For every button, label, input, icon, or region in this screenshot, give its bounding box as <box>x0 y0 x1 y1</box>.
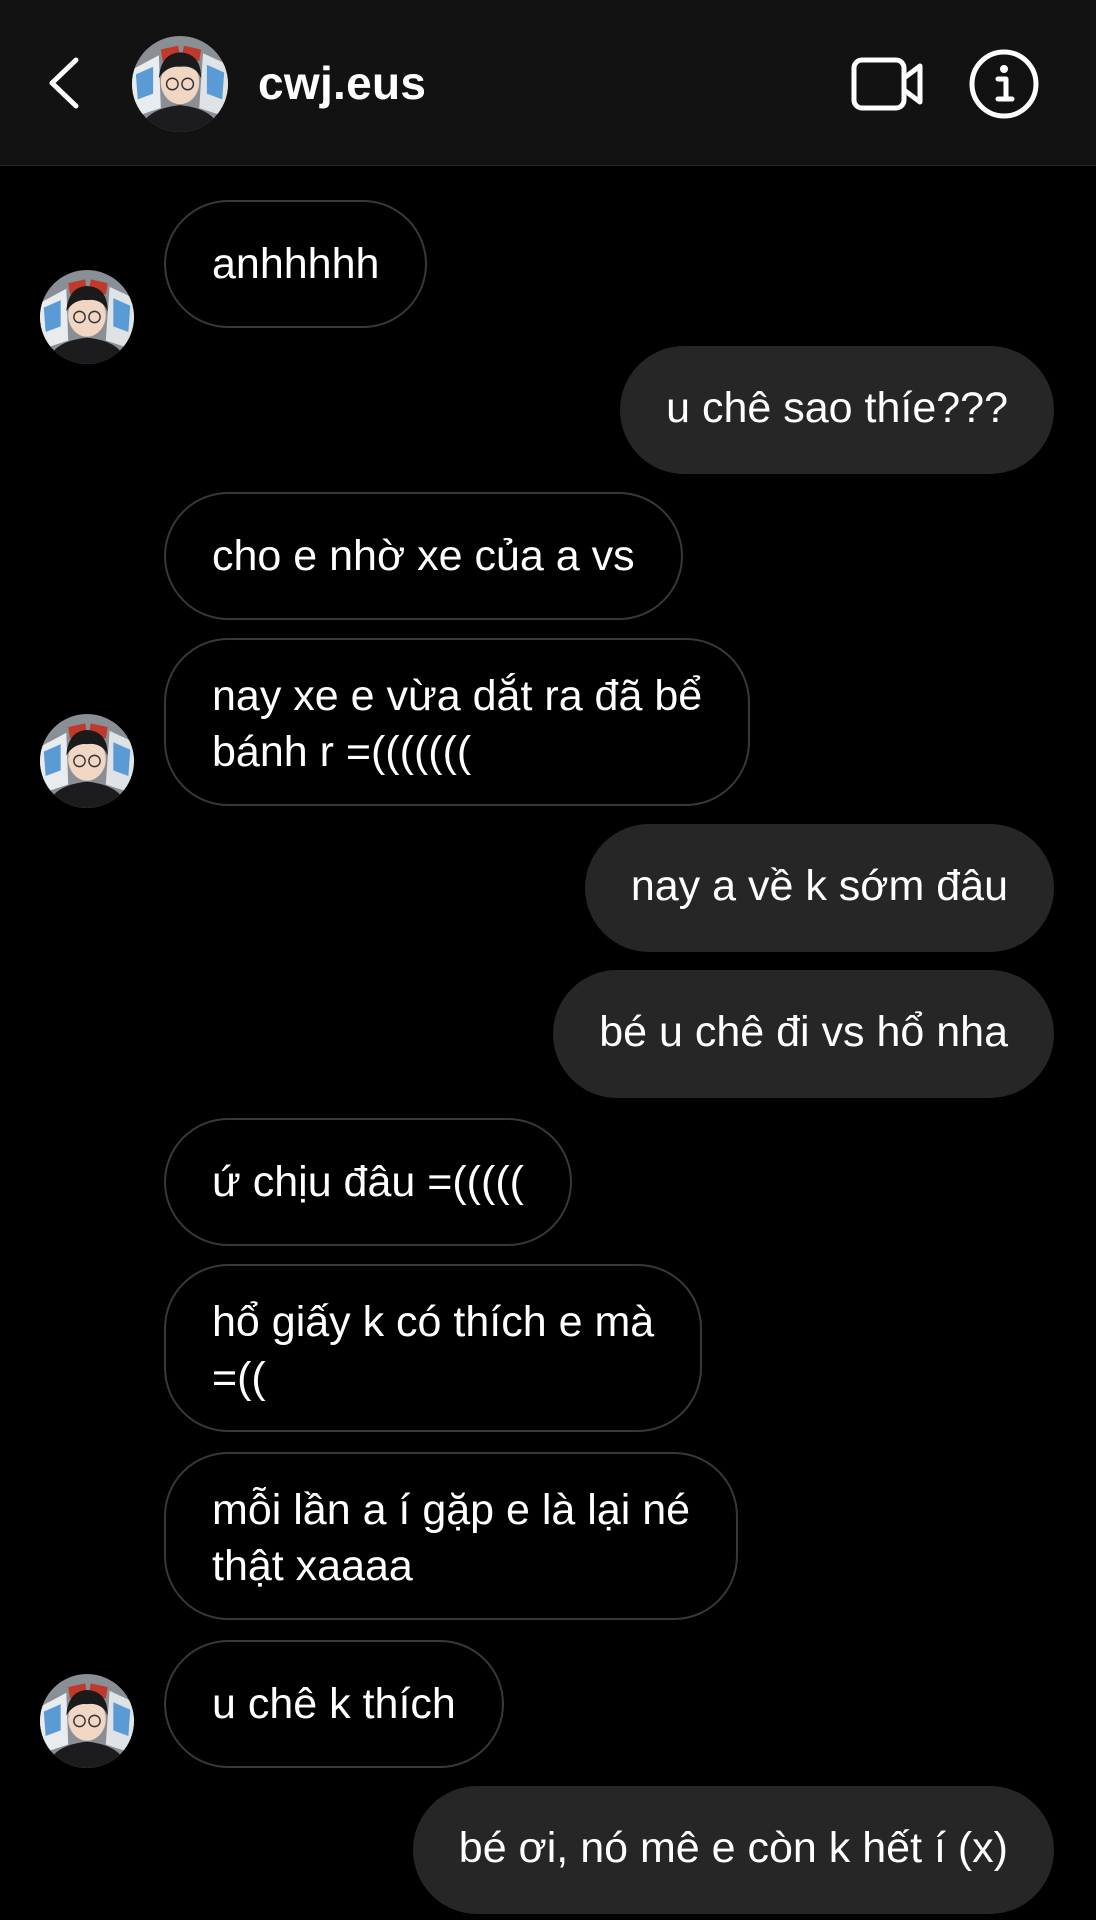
incoming-message-bubble[interactable]: hổ giấy k có thích e mà =(( <box>164 1264 703 1432</box>
info-icon <box>969 49 1039 119</box>
message-row: anhhhhh <box>0 200 1096 328</box>
message-row: bé ơi, nó mê e còn k hết í (x) <box>0 1786 1096 1914</box>
incoming-message-bubble[interactable]: cho e nhờ xe của a vs <box>164 492 683 620</box>
outgoing-message-bubble[interactable]: bé ơi, nó mê e còn k hết í (x) <box>412 1786 1054 1914</box>
incoming-message-bubble[interactable]: nay xe e vừa dắt ra đã bể bánh r =((((((… <box>164 638 751 806</box>
video-camera-icon <box>851 57 923 111</box>
incoming-message-bubble[interactable]: u chê k thích <box>164 1640 504 1768</box>
incoming-message-bubble[interactable]: anhhhhh <box>164 200 428 328</box>
outgoing-message-bubble[interactable]: u chê sao thíe??? <box>620 346 1054 474</box>
info-button[interactable] <box>968 48 1040 120</box>
incoming-message-bubble[interactable]: ứ chịu đâu =((((( <box>164 1118 572 1246</box>
back-button[interactable] <box>40 50 90 116</box>
chevron-left-icon <box>49 57 79 109</box>
message-row: mỗi lần a í gặp e là lại né thật xaaaa <box>0 1452 1096 1620</box>
message-row: u chê k thích <box>0 1640 1096 1768</box>
message-thread[interactable]: anhhhhh u chê sao thíe??? cho e nhờ xe c… <box>0 166 1096 1920</box>
message-row: cho e nhờ xe của a vs <box>0 492 1096 620</box>
message-row: nay a về k sớm đâu <box>0 824 1096 952</box>
outgoing-message-bubble[interactable]: nay a về k sớm đâu <box>584 824 1054 952</box>
message-row: ứ chịu đâu =((((( <box>0 1118 1096 1246</box>
incoming-message-bubble[interactable]: mỗi lần a í gặp e là lại né thật xaaaa <box>164 1452 739 1620</box>
header-avatar[interactable] <box>132 36 228 132</box>
message-row: nay xe e vừa dắt ra đã bể bánh r =((((((… <box>0 638 1096 806</box>
sender-avatar[interactable] <box>40 714 134 808</box>
message-row: u chê sao thíe??? <box>0 346 1096 474</box>
video-call-button[interactable] <box>850 52 926 116</box>
outgoing-message-bubble[interactable]: bé u chê đi vs hổ nha <box>553 970 1054 1098</box>
username-title[interactable]: cwj.eus <box>258 55 426 111</box>
chat-header: cwj.eus <box>0 0 1096 166</box>
sender-avatar[interactable] <box>40 1674 134 1768</box>
message-row: bé u chê đi vs hổ nha <box>0 970 1096 1098</box>
message-row: hổ giấy k có thích e mà =(( <box>0 1264 1096 1432</box>
